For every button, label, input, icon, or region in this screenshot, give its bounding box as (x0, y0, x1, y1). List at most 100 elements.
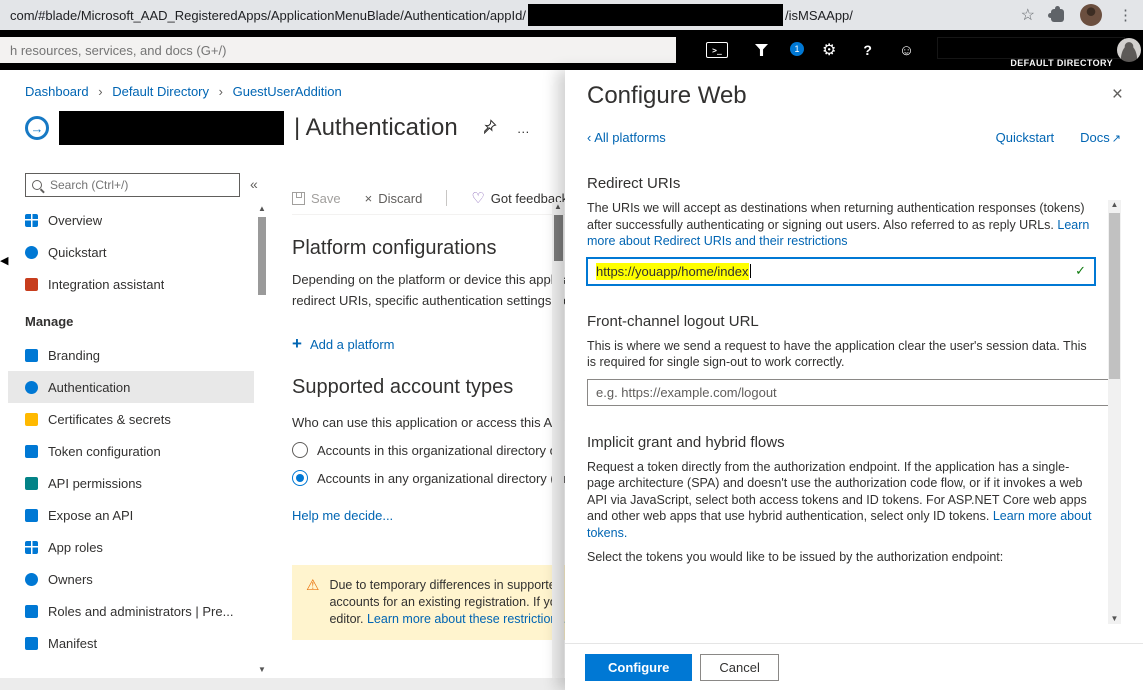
directory-label: DEFAULT DIRECTORY (1010, 58, 1113, 68)
sidebar-menu: Overview Quickstart Integration assistan… (8, 204, 254, 659)
sidebar-scrollbar[interactable]: ▲ ▼ (256, 204, 268, 674)
bookmark-star-icon[interactable]: ☆ (1021, 5, 1035, 25)
all-platforms-back-link[interactable]: ‹ All platforms (587, 130, 666, 145)
docs-link[interactable]: Docs↗ (1080, 130, 1121, 145)
heart-icon: ♡ (471, 189, 484, 207)
breadcrumb-directory[interactable]: Default Directory (112, 84, 209, 99)
panel-footer: Configure Cancel (565, 643, 1143, 690)
redirect-uri-input[interactable]: https://youapp/home/index ✓ (587, 258, 1095, 285)
redacted-app-name (59, 111, 284, 145)
owners-icon (25, 573, 38, 586)
cloud-shell-icon[interactable]: >_ (706, 42, 728, 58)
scroll-up-icon[interactable]: ▲ (258, 204, 266, 213)
manifest-icon (25, 637, 38, 650)
valid-check-icon: ✓ (1075, 263, 1086, 279)
browser-profile-avatar[interactable] (1080, 4, 1102, 26)
sidebar-item-manifest[interactable]: Manifest (8, 627, 254, 659)
help-icon[interactable]: ? (863, 42, 872, 58)
azure-account-avatar[interactable] (1117, 38, 1141, 62)
browser-menu-icon[interactable]: ⋮ (1118, 6, 1133, 24)
sidebar-item-token-configuration[interactable]: Token configuration (8, 435, 254, 467)
sidebar-item-branding[interactable]: Branding (8, 339, 254, 371)
sidebar-item-certificates-secrets[interactable]: Certificates & secrets (8, 403, 254, 435)
api-permissions-icon (25, 477, 38, 490)
panel-scrollbar[interactable]: ▲ ▼ (1108, 200, 1121, 624)
sidebar-item-roles-administrators[interactable]: Roles and administrators | Pre... (8, 595, 254, 627)
toolbar-divider (446, 190, 447, 206)
sidebar-item-overview[interactable]: Overview (8, 204, 254, 236)
back-chevron-icon: ‹ (587, 130, 591, 145)
horizontal-scrollbar-track[interactable] (0, 678, 565, 690)
breadcrumb-separator-icon: › (98, 84, 102, 99)
roles-administrators-icon (25, 605, 38, 618)
scroll-up-icon[interactable]: ▲ (554, 202, 562, 211)
cancel-button[interactable]: Cancel (700, 654, 778, 681)
front-channel-heading: Front-channel logout URL (587, 313, 1095, 330)
breadcrumb-app[interactable]: GuestUserAddition (233, 84, 342, 99)
configure-button[interactable]: Configure (585, 654, 692, 681)
pin-icon[interactable] (482, 119, 497, 137)
extensions-icon[interactable] (1051, 9, 1064, 22)
content-scrollbar[interactable]: ▲ (552, 202, 564, 678)
radio-selected-icon[interactable] (292, 470, 308, 486)
key-icon (25, 413, 38, 426)
page-header: → | Authentication … (25, 108, 530, 148)
quickstart-link[interactable]: Quickstart (996, 130, 1055, 145)
global-search-input[interactable] (0, 37, 676, 63)
radio-icon[interactable] (292, 442, 308, 458)
scroll-up-icon[interactable]: ▲ (1111, 200, 1119, 209)
text-cursor (750, 264, 751, 278)
redirect-uri-value: https://youapp/home/index (596, 263, 749, 280)
sidebar-collapse-button[interactable]: « (250, 176, 258, 192)
discard-button[interactable]: × Discard (365, 191, 423, 206)
integration-assistant-icon (25, 278, 38, 291)
expose-api-icon (25, 509, 38, 522)
url-text-prefix[interactable]: com/#blade/Microsoft_AAD_RegisteredApps/… (10, 8, 526, 23)
sidebar-item-authentication[interactable]: Authentication (8, 371, 254, 403)
sidebar-item-integration-assistant[interactable]: Integration assistant (8, 268, 254, 300)
scrollbar-thumb[interactable] (258, 217, 266, 295)
overview-icon (25, 214, 38, 227)
scroll-down-icon[interactable]: ▼ (1111, 614, 1119, 623)
search-icon (32, 180, 42, 190)
redirect-uris-heading: Redirect URIs (587, 175, 1095, 192)
sidebar-item-quickstart[interactable]: Quickstart (8, 236, 254, 268)
tokens-prompt: Select the tokens you would like to be i… (587, 549, 1095, 566)
scrollbar-thumb[interactable] (1109, 213, 1120, 379)
branding-icon (25, 349, 38, 362)
sidebar-item-app-roles[interactable]: App roles (8, 531, 254, 563)
discard-icon: × (365, 191, 373, 206)
restrictions-learn-more-link[interactable]: Learn more about these restrictions. (367, 612, 567, 626)
save-button[interactable]: Save (292, 191, 341, 206)
token-configuration-icon (25, 445, 38, 458)
sidebar-item-expose-api[interactable]: Expose an API (8, 499, 254, 531)
azure-top-bar: >_ 1 ⚙ ? ☺ DEFAULT DIRECTORY (0, 30, 1143, 70)
scroll-down-icon[interactable]: ▼ (258, 665, 266, 674)
page-title: | Authentication (294, 114, 458, 142)
logout-url-input[interactable] (587, 379, 1113, 406)
plus-icon: + (292, 334, 302, 354)
panel-content: Redirect URIs The URIs we will accept as… (587, 175, 1095, 566)
sidebar-item-api-permissions[interactable]: API permissions (8, 467, 254, 499)
breadcrumb-dashboard[interactable]: Dashboard (25, 84, 89, 99)
breadcrumb-separator-icon: › (219, 84, 223, 99)
scrollbar-thumb[interactable] (554, 215, 563, 261)
more-options-icon[interactable]: … (517, 121, 530, 136)
configure-web-panel: × Configure Web ‹ All platforms Quicksta… (565, 70, 1143, 690)
url-text-suffix[interactable]: /isMSAApp/ (785, 8, 853, 23)
warning-icon: ⚠ (306, 577, 319, 628)
feedback-smiley-icon[interactable]: ☺ (899, 42, 914, 59)
help-me-decide-link[interactable]: Help me decide... (292, 508, 393, 523)
redirect-uris-description: The URIs we will accept as destinations … (587, 200, 1095, 250)
redacted-url-segment (528, 4, 783, 26)
sidebar-item-owners[interactable]: Owners (8, 563, 254, 595)
notification-badge: 1 (790, 42, 804, 56)
sidebar-search-box[interactable] (25, 173, 240, 197)
directory-filter-icon[interactable] (755, 44, 768, 56)
redacted-account-info (937, 37, 1125, 59)
close-icon[interactable]: × (1112, 84, 1123, 106)
sidebar-search-input[interactable] (48, 177, 233, 193)
authentication-icon (25, 381, 38, 394)
settings-gear-icon[interactable]: ⚙ (822, 40, 836, 60)
portal-workspace: ◀ Dashboard › Default Directory › GuestU… (0, 70, 1143, 690)
